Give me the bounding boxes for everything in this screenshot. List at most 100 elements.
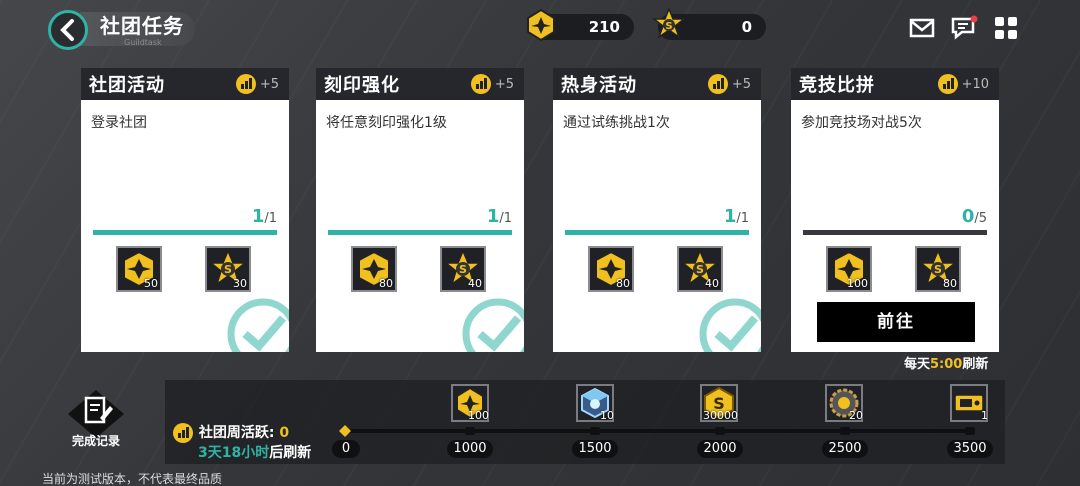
chevron-left-icon — [60, 19, 74, 41]
progress-current: 1 — [251, 206, 265, 227]
task-points-value: +10 — [961, 76, 989, 92]
chat-icon — [951, 15, 978, 40]
milestone-node — [715, 427, 725, 435]
resource-value: 210 — [588, 18, 620, 36]
progress-current: 0 — [961, 206, 975, 227]
progress-bar — [328, 230, 512, 235]
milestone-reward-count: 20 — [849, 409, 863, 422]
progress-total: /1 — [264, 211, 277, 226]
back-button[interactable] — [48, 10, 88, 50]
completed-check-icon — [695, 294, 761, 352]
reward-count: 80 — [943, 277, 957, 290]
task-card: 热身活动 +5 通过试练挑战1次 1/1 80 S 40 — [553, 68, 761, 352]
milestone-node — [965, 427, 975, 435]
refresh-time: 5:00 — [930, 357, 963, 372]
reward-item[interactable]: 100 — [826, 246, 872, 292]
reward-count: 80 — [616, 277, 630, 290]
activity-points-icon — [707, 74, 728, 94]
svg-text:S: S — [224, 263, 232, 276]
mail-icon — [909, 18, 935, 38]
chat-button[interactable] — [950, 14, 978, 42]
milestone-threshold: 2000 — [697, 440, 743, 458]
milestone-reward[interactable]: S 30000 — [700, 384, 738, 422]
task-card-header: 社团活动 +5 — [81, 68, 289, 100]
reward-item[interactable]: 80 — [351, 246, 397, 292]
task-description: 将任意刻印强化1级 — [326, 115, 447, 131]
reward-item[interactable]: S 30 — [205, 246, 251, 292]
resource-value: 0 — [741, 18, 752, 36]
weekly-value: 0 — [279, 425, 290, 441]
weekly-label: 社团周活跃: — [198, 425, 275, 441]
task-card-header: 热身活动 +5 — [553, 68, 761, 100]
reward-count: 50 — [144, 277, 158, 290]
progress-total: /1 — [736, 211, 749, 226]
task-description: 登录社团 — [91, 115, 147, 131]
reward-item[interactable]: 80 — [588, 246, 634, 292]
milestone-threshold: 0 — [332, 440, 360, 458]
mail-button[interactable] — [908, 14, 936, 42]
activity-points-icon — [235, 74, 256, 94]
task-points: +5 — [235, 73, 279, 95]
badge-s-star-icon: S — [652, 8, 686, 39]
milestone-threshold: 1500 — [572, 440, 618, 458]
activity-points-icon — [937, 74, 958, 94]
task-points: +5 — [470, 73, 514, 95]
resource-s-badge: S 0 — [652, 8, 766, 40]
reward-count: 40 — [468, 277, 482, 290]
milestone-threshold: 1000 — [447, 440, 493, 458]
activity-points-icon — [470, 74, 491, 94]
milestone-reward[interactable]: 20 — [825, 384, 863, 422]
milestone-reward-count: 1 — [981, 409, 988, 422]
milestone-reward[interactable]: 1 — [950, 384, 988, 422]
page-title: 社团任务 — [100, 14, 184, 38]
progress-bar — [803, 230, 987, 235]
current-marker-icon — [339, 425, 351, 437]
task-card: 竞技比拼 +10 参加竞技场对战5次 0/5 100 S 80 前往 — [791, 68, 999, 352]
resource-plane-badge: 210 — [527, 8, 634, 42]
completed-check-icon — [223, 294, 289, 352]
title-plate: 社团任务 Guildtask — [80, 12, 195, 47]
progress-total: /1 — [499, 211, 512, 226]
countdown-time: 3天18小时 — [198, 445, 270, 461]
page-subtitle: Guildtask — [124, 38, 162, 47]
reward-item[interactable]: S 40 — [677, 246, 723, 292]
milestone-reward[interactable]: 10 — [576, 384, 614, 422]
progress-fill — [93, 230, 277, 235]
task-title: 社团活动 — [89, 75, 165, 96]
reward-count: 80 — [379, 277, 393, 290]
task-progress: 1/1 — [724, 206, 749, 227]
refresh-suffix: 刷新 — [962, 357, 989, 372]
milestone-reward-count: 30000 — [703, 409, 738, 422]
milestone-node — [465, 427, 475, 435]
task-progress: 1/1 — [252, 206, 277, 227]
progress-fill — [565, 230, 749, 235]
reward-item[interactable]: S 80 — [915, 246, 961, 292]
svg-text:S: S — [696, 263, 704, 276]
task-points-value: +5 — [731, 76, 751, 92]
task-progress: 1/1 — [487, 206, 512, 227]
milestone-node — [590, 427, 600, 435]
reward-item[interactable]: S 40 — [440, 246, 486, 292]
task-points: +10 — [937, 73, 989, 95]
weekly-countdown: 3天18小时后刷新 — [198, 442, 311, 462]
milestone-threshold: 2500 — [822, 440, 868, 458]
badge-plane-icon — [527, 8, 555, 42]
reward-item[interactable]: 50 — [116, 246, 162, 292]
milestone-reward-count: 100 — [468, 409, 489, 422]
task-card: 社团活动 +5 登录社团 1/1 50 S 30 — [81, 68, 289, 352]
task-points-value: +5 — [259, 76, 279, 92]
milestone-reward[interactable]: 100 — [451, 384, 489, 422]
milestone-node — [840, 427, 850, 435]
task-points-value: +5 — [494, 76, 514, 92]
completion-record-button[interactable]: 完成记录 — [62, 388, 130, 452]
refresh-prefix: 每天 — [904, 357, 931, 372]
task-description: 通过试练挑战1次 — [563, 115, 670, 131]
reward-count: 100 — [847, 277, 868, 290]
task-card-header: 竞技比拼 +10 — [791, 68, 999, 100]
daily-refresh-note: 每天5:00刷新 — [904, 353, 988, 372]
task-title: 刻印强化 — [324, 75, 400, 96]
menu-button[interactable] — [992, 14, 1020, 42]
task-progress: 0/5 — [962, 206, 987, 227]
goto-button[interactable]: 前往 — [817, 302, 975, 342]
progress-total: /5 — [974, 211, 987, 226]
